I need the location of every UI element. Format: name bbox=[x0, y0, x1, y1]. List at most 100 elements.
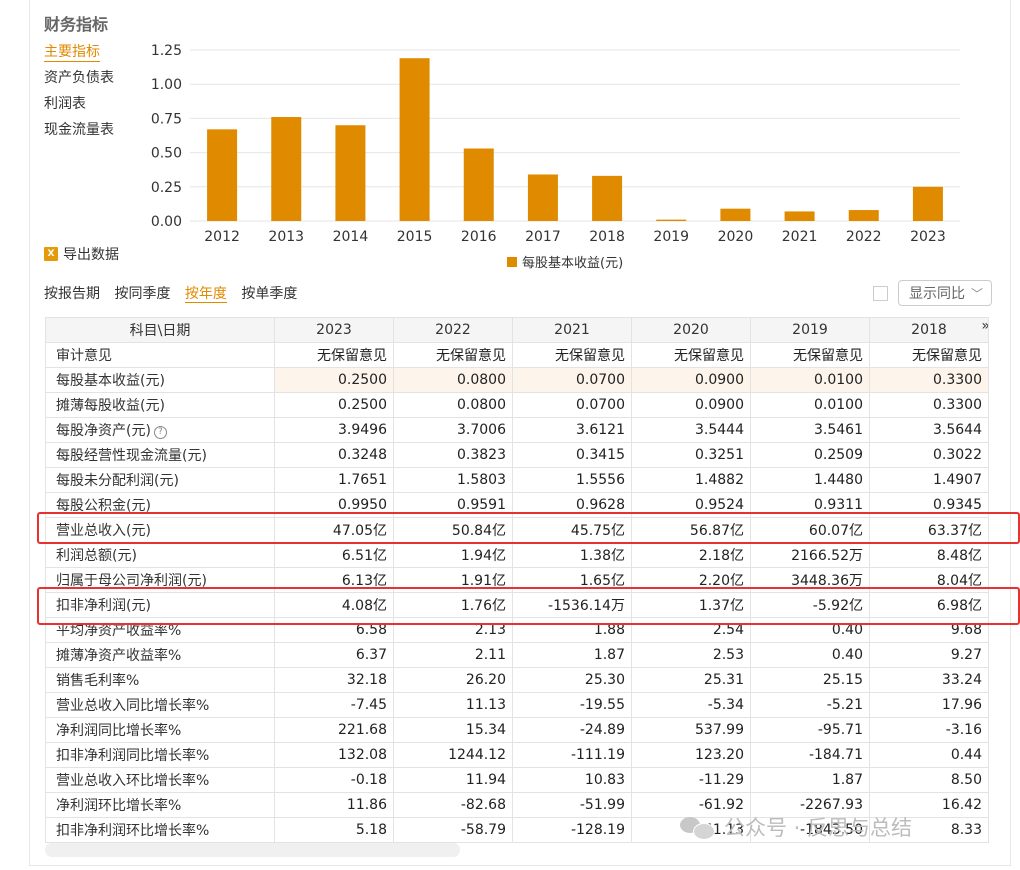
row-label-text: 平均净资产收益率% bbox=[56, 623, 182, 639]
bar bbox=[848, 210, 879, 221]
row-label: 营业总收入环比增长率% bbox=[45, 767, 275, 793]
header-year[interactable]: 2020 bbox=[631, 317, 751, 343]
row-label: 摊薄每股收益(元) bbox=[45, 392, 275, 418]
row-label: 每股经营性现金流量(元) bbox=[45, 442, 275, 468]
x-tick-label: 2020 bbox=[718, 229, 754, 245]
eps-bar-chart: 0.00 0.25 0.50 0.75 1.00 1.25 2012 2013 2014 2015… bbox=[151, 43, 960, 271]
table-cell: 1.38亿 bbox=[512, 542, 632, 568]
table-cell: 2.11 bbox=[393, 642, 513, 668]
table-cell: 0.3251 bbox=[631, 442, 751, 468]
row-label-text: 摊薄每股收益(元) bbox=[56, 398, 165, 414]
nav-item-cash-flow[interactable]: 现金流量表 bbox=[44, 120, 114, 146]
table-cell: 1.5803 bbox=[393, 467, 513, 493]
table-cell: 26.20 bbox=[393, 667, 513, 693]
chevron-down-icon: ﹀ bbox=[970, 287, 983, 301]
export-label: 导出数据 bbox=[63, 247, 119, 263]
table-cell: -5.34 bbox=[631, 692, 751, 718]
table-cell: 11.94 bbox=[393, 767, 513, 793]
bar bbox=[592, 175, 623, 221]
double-chevron-right-icon[interactable]: » bbox=[981, 319, 987, 335]
row-label-text: 扣非净利润同比增长率% bbox=[56, 748, 210, 764]
table-cell: 3.6121 bbox=[512, 417, 632, 443]
table-cell: 无保留意见 bbox=[750, 342, 870, 368]
nav-item-balance-sheet[interactable]: 资产负债表 bbox=[44, 68, 114, 94]
table-cell: -24.89 bbox=[512, 717, 632, 743]
table-cell: 0.44 bbox=[869, 742, 989, 768]
table-cell: 6.51亿 bbox=[274, 542, 394, 568]
table-cell: 8.48亿 bbox=[869, 542, 989, 568]
tab-by-same-quarter[interactable]: 按同季度 bbox=[114, 286, 170, 302]
table-cell: 0.0100 bbox=[750, 367, 870, 393]
table-cell: 1.7651 bbox=[274, 467, 394, 493]
table-cell: 33.24 bbox=[869, 667, 989, 693]
header-year[interactable]: 2019 bbox=[750, 317, 870, 343]
tab-by-report-period[interactable]: 按报告期 bbox=[44, 286, 100, 302]
table-cell: 3.5444 bbox=[631, 417, 751, 443]
bar bbox=[720, 208, 751, 221]
header-year[interactable]: 2018 bbox=[911, 322, 947, 338]
table-cell: 123.20 bbox=[631, 742, 751, 768]
x-tick-label: 2013 bbox=[268, 229, 304, 245]
export-data-button[interactable]: X 导出数据 bbox=[44, 244, 119, 264]
table-cell: 2.18亿 bbox=[631, 542, 751, 568]
header-year[interactable]: 2022 bbox=[393, 317, 513, 343]
table-row: 每股基本收益(元) 0.2500 0.0800 0.0700 0.0900 0.0100 0… bbox=[45, 367, 989, 393]
nav-item-main-indicators[interactable]: 主要指标 bbox=[44, 42, 114, 68]
table-cell: 0.40 bbox=[750, 642, 870, 668]
header-year[interactable]: 2023 bbox=[274, 317, 394, 343]
x-tick-label: 2014 bbox=[333, 229, 369, 245]
table-cell: 0.3300 bbox=[869, 392, 989, 418]
y-tick-label: 0.00 bbox=[151, 214, 182, 230]
table-row: 扣非净利润同比增长率% 132.08 1244.12 -111.19 123.20 -18… bbox=[45, 742, 989, 768]
horizontal-scrollbar[interactable] bbox=[45, 843, 460, 857]
row-label: 扣非净利润同比增长率% bbox=[45, 742, 275, 768]
table-row: 摊薄每股收益(元) 0.2500 0.0800 0.0700 0.0900 0.0100 0… bbox=[45, 392, 989, 418]
header-year[interactable]: 2021 bbox=[512, 317, 632, 343]
table-cell: 0.2509 bbox=[750, 442, 870, 468]
yoy-dropdown[interactable]: 显示同比 ﹀ bbox=[898, 280, 992, 306]
row-label: 每股净资产(元)? bbox=[45, 417, 275, 443]
table-cell: 0.0900 bbox=[631, 392, 751, 418]
wechat-icon bbox=[680, 815, 715, 840]
y-tick-label: 1.25 bbox=[151, 43, 182, 59]
help-icon[interactable]: ? bbox=[153, 426, 167, 439]
x-tick-label: 2022 bbox=[846, 229, 882, 245]
table-cell: -3.16 bbox=[869, 717, 989, 743]
table-cell: 1.87 bbox=[750, 767, 870, 793]
table-cell: 1244.12 bbox=[393, 742, 513, 768]
yoy-control: 显示同比 ﹀ bbox=[873, 280, 992, 306]
table-cell: 3.5644 bbox=[869, 417, 989, 443]
tab-by-single-quarter[interactable]: 按单季度 bbox=[241, 286, 297, 302]
table-cell: 1.94亿 bbox=[393, 542, 513, 568]
table-row: 利润总额(元) 6.51亿 1.94亿 1.38亿 2.18亿 2166.52万 8.48亿 bbox=[45, 542, 989, 568]
highlight-box-revenue bbox=[37, 512, 1020, 544]
table-cell: 132.08 bbox=[274, 742, 394, 768]
table-cell: 无保留意见 bbox=[869, 342, 989, 368]
table-cell: 11.13 bbox=[393, 692, 513, 718]
financial-table: 科目\日期 2023 2022 2021 2020 2019 2018 » 审计… bbox=[45, 317, 989, 843]
yoy-checkbox[interactable] bbox=[873, 285, 888, 301]
table-cell: 3.7006 bbox=[393, 417, 513, 443]
table-cell: 0.0800 bbox=[393, 392, 513, 418]
legend-swatch bbox=[507, 257, 517, 267]
table-cell: 2166.52万 bbox=[750, 542, 870, 568]
table-cell: 1.4480 bbox=[750, 467, 870, 493]
yoy-label: 显示同比 bbox=[909, 286, 965, 302]
table-cell: 0.3022 bbox=[869, 442, 989, 468]
nav-item-income-statement[interactable]: 利润表 bbox=[44, 94, 114, 120]
table-cell: -5.21 bbox=[750, 692, 870, 718]
row-label-text: 每股基本收益(元) bbox=[56, 373, 165, 389]
bar bbox=[527, 174, 558, 221]
bar bbox=[335, 125, 366, 221]
table-cell: 0.0700 bbox=[512, 367, 632, 393]
table-cell: -11.29 bbox=[631, 767, 751, 793]
y-tick-label: 0.50 bbox=[151, 146, 182, 162]
row-label: 审计意见 bbox=[45, 342, 275, 368]
legend-label: 每股基本收益(元) bbox=[522, 255, 623, 271]
table-row: 摊薄净资产收益率% 6.37 2.11 1.87 2.53 0.40 9.27 bbox=[45, 642, 989, 668]
table-cell: -58.79 bbox=[393, 817, 513, 843]
row-label: 利润总额(元) bbox=[45, 542, 275, 568]
tab-by-year[interactable]: 按年度 bbox=[184, 286, 227, 303]
table-row: 营业总收入同比增长率% -7.45 11.13 -19.55 -5.34 -5.21 17.… bbox=[45, 692, 989, 718]
watermark-text: 公众号 · 反思与总结 bbox=[724, 816, 913, 840]
